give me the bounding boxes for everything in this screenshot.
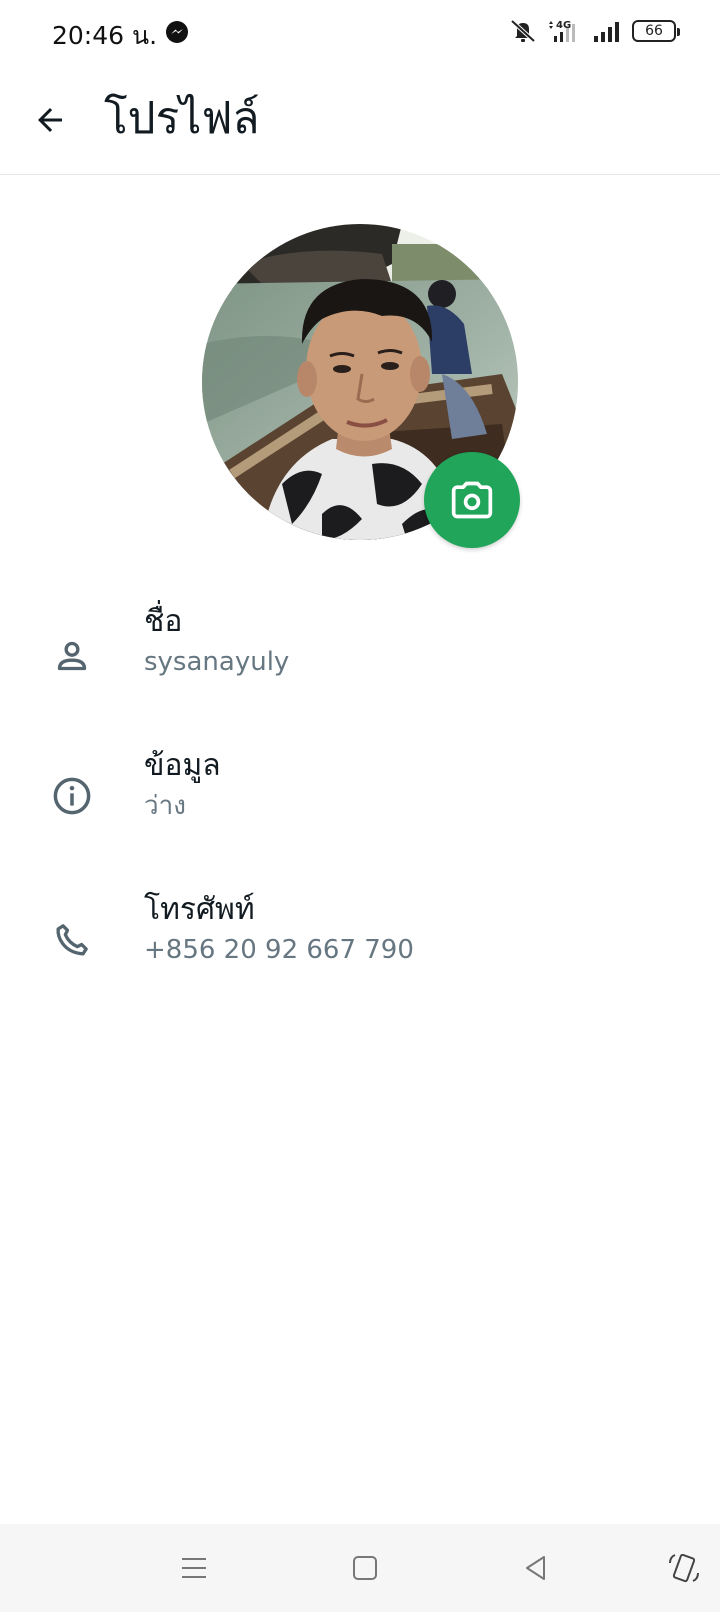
info-icon <box>46 770 98 822</box>
phone-label: โทรศัพท์ <box>144 892 255 927</box>
status-bar: 20:46 น. 4G 66 <box>0 0 720 66</box>
signal-icon <box>594 22 619 42</box>
system-navigation-bar <box>0 1524 720 1612</box>
status-time: 20:46 น. <box>52 21 158 50</box>
change-photo-button[interactable] <box>424 452 520 548</box>
home-button[interactable] <box>345 1548 385 1588</box>
name-row[interactable]: ชื่อ sysanayuly <box>0 596 720 716</box>
page-title: โปรไฟล์ <box>104 93 260 144</box>
camera-icon <box>451 481 493 519</box>
signal-4g-icon: 4G <box>549 20 575 42</box>
menu-icon <box>182 1558 206 1578</box>
status-icons: 4G 66 <box>508 18 680 44</box>
rotate-screen-button[interactable] <box>664 1548 704 1588</box>
name-value: sysanayuly <box>144 647 290 677</box>
rotate-icon <box>669 1553 699 1583</box>
person-icon <box>46 630 98 682</box>
name-label: ชื่อ <box>144 604 183 639</box>
battery-level: 66 <box>645 23 663 39</box>
back-button[interactable] <box>22 92 78 148</box>
arrow-back-icon <box>38 108 62 132</box>
triangle-back-icon <box>526 1556 545 1580</box>
messenger-icon <box>166 21 188 43</box>
square-icon <box>353 1556 377 1580</box>
mute-icon <box>510 19 536 43</box>
phone-value: +856 20 92 667 790 <box>144 935 414 965</box>
phone-icon <box>46 914 98 966</box>
about-row[interactable]: ข้อมูล ว่าง <box>0 740 720 860</box>
recent-apps-button[interactable] <box>174 1548 214 1588</box>
battery-icon: 66 <box>632 20 680 42</box>
phone-row[interactable]: โทรศัพท์ +856 20 92 667 790 <box>0 884 720 1004</box>
back-nav-button[interactable] <box>516 1548 556 1588</box>
profile-photo-area <box>202 224 520 548</box>
app-bar: โปรไฟล์ <box>0 66 720 175</box>
about-value: ว่าง <box>144 791 186 821</box>
about-label: ข้อมูล <box>144 748 221 783</box>
